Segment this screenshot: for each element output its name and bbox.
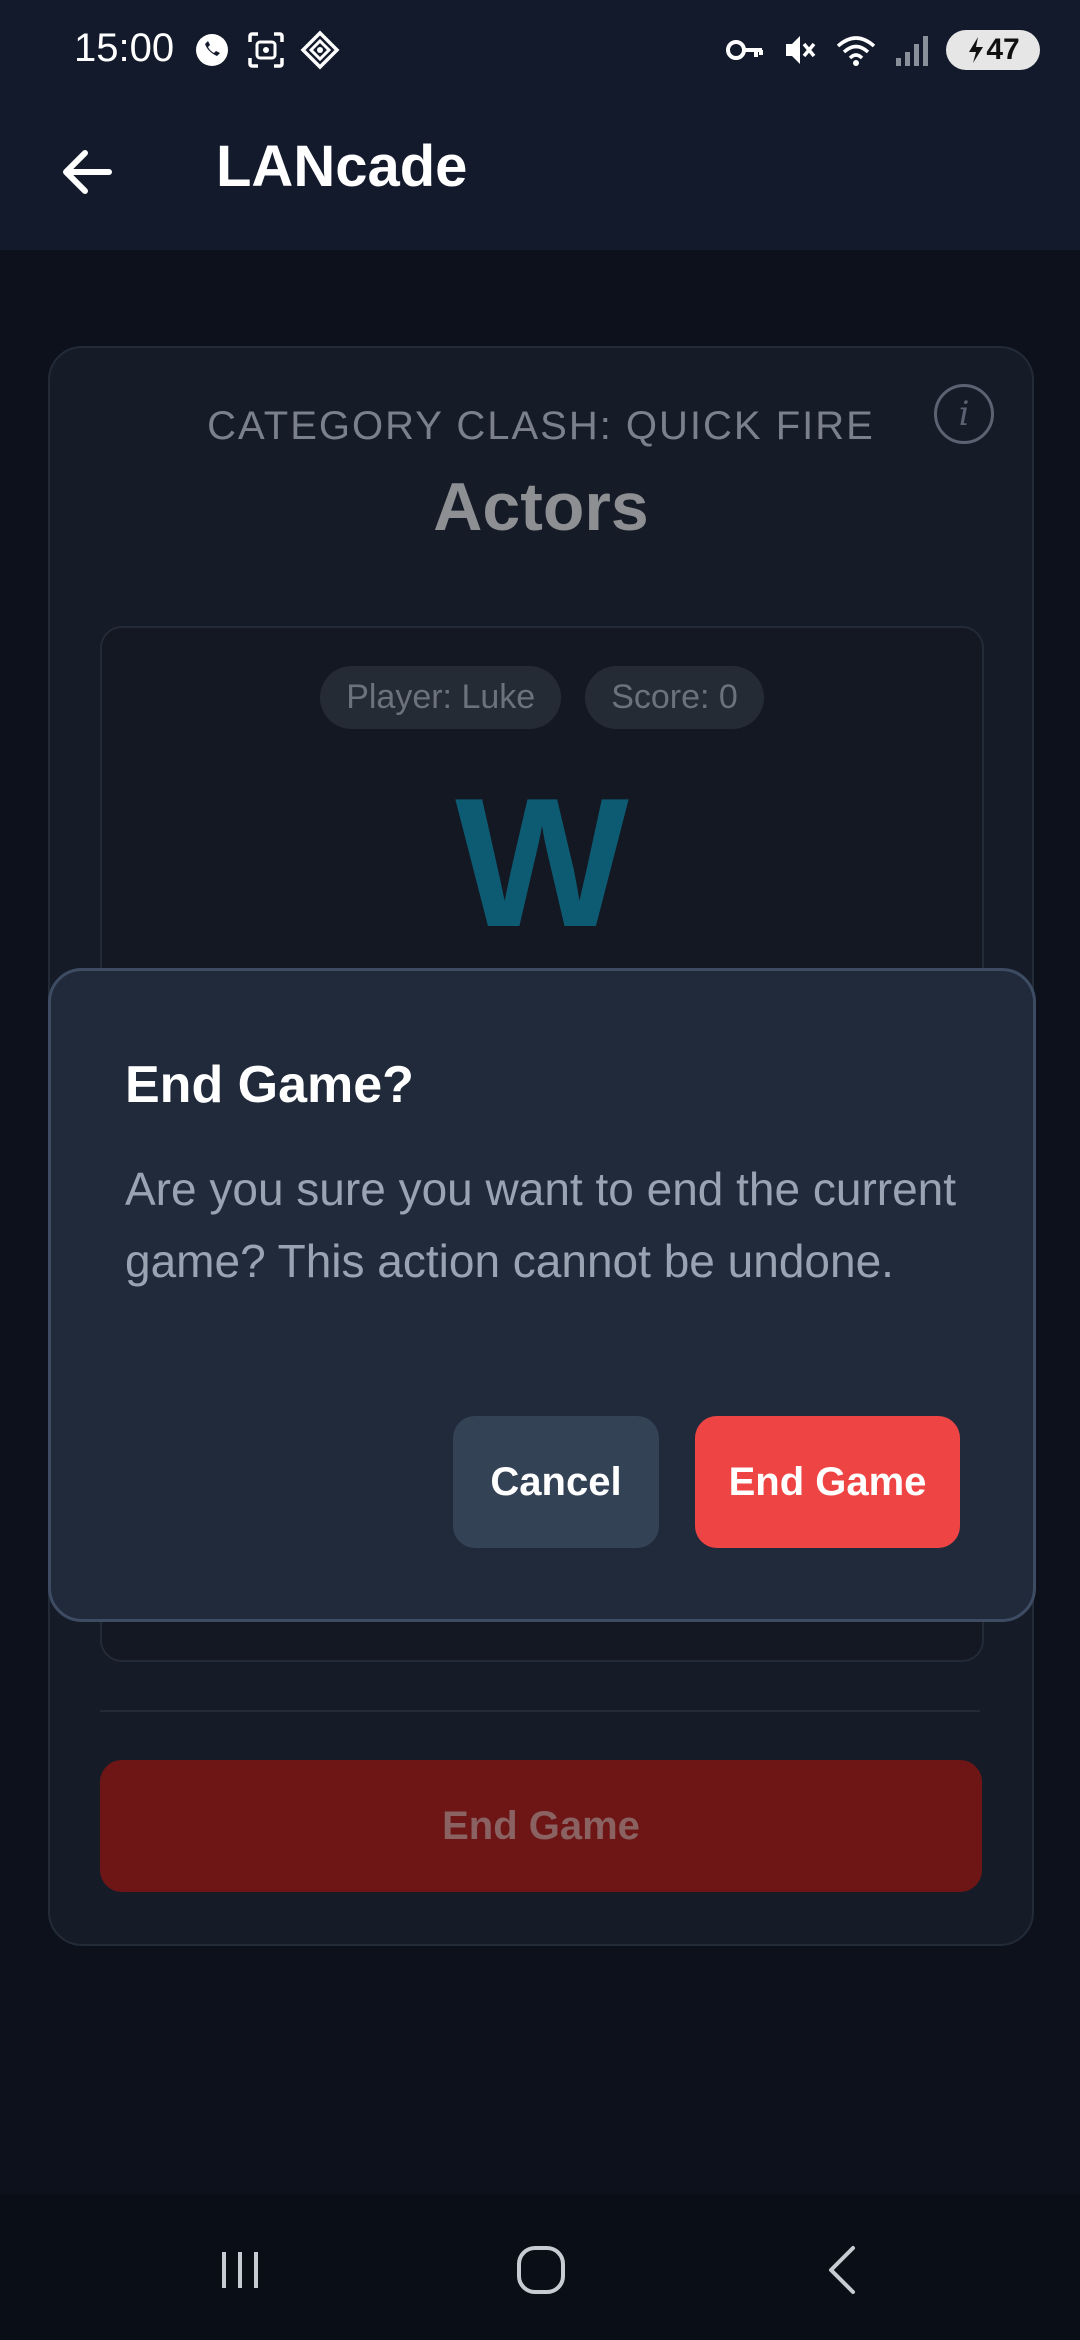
battery-charging-icon <box>969 37 984 63</box>
app-title: LANcade <box>216 134 468 199</box>
game-mode-label: CATEGORY CLASH: QUICK FIRE <box>207 404 875 448</box>
player-chip: Player: Luke <box>320 666 562 729</box>
end-game-dialog: End Game? Are you sure you want to end t… <box>48 968 1036 1622</box>
dialog-title: End Game? <box>125 1056 414 1114</box>
player-info-chips: Player: Luke Score: 0 <box>102 666 982 729</box>
system-nav-bar <box>0 2195 1080 2340</box>
recent-apps-icon <box>222 2252 258 2288</box>
status-right-icons: 47 <box>724 30 1040 70</box>
signal-icon <box>896 36 928 66</box>
wifi-icon <box>836 36 876 66</box>
status-time: 15:00 <box>74 26 175 70</box>
divider <box>100 1710 980 1712</box>
category-title: Actors <box>433 469 649 545</box>
end-game-button[interactable]: End Game <box>100 1760 982 1892</box>
back-button[interactable] <box>52 137 122 207</box>
status-bar: 15:00 47 <box>0 0 1080 105</box>
face-scan-icon <box>248 32 284 68</box>
mute-icon <box>786 36 816 64</box>
app-bar: LANcade <box>0 105 1080 250</box>
score-chip: Score: 0 <box>585 666 764 729</box>
arrow-left-icon <box>63 150 112 194</box>
dialog-message: Are you sure you want to end the current… <box>125 1163 957 1287</box>
whatsapp-icon <box>196 34 228 66</box>
current-letter: W <box>455 759 629 965</box>
battery-indicator: 47 <box>946 30 1040 70</box>
battery-level: 47 <box>986 33 1020 66</box>
back-icon <box>829 2246 855 2294</box>
home-button[interactable] <box>496 2235 586 2305</box>
diamond-app-icon <box>300 30 340 70</box>
home-icon <box>517 2246 565 2294</box>
system-back-button[interactable] <box>800 2235 890 2305</box>
recent-apps-button[interactable] <box>195 2235 285 2305</box>
cancel-button[interactable]: Cancel <box>453 1416 659 1548</box>
confirm-end-game-button[interactable]: End Game <box>695 1416 960 1548</box>
status-left-icons <box>192 30 340 70</box>
vpn-key-icon <box>726 40 763 60</box>
